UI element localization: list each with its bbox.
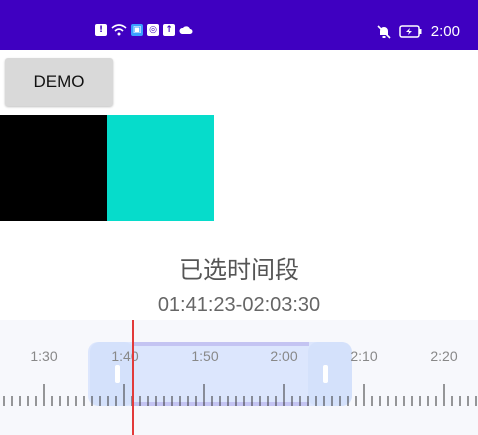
upload-icon: ↑ bbox=[163, 24, 175, 36]
alert-icon: ! bbox=[95, 24, 107, 36]
timeline-ticks bbox=[3, 384, 477, 406]
wifi-icon bbox=[111, 24, 127, 36]
color-swatch-black bbox=[0, 115, 107, 221]
battery-charging-icon bbox=[399, 25, 422, 38]
demo-button[interactable]: DEMO bbox=[5, 58, 113, 106]
tick-label-4: 2:00 bbox=[270, 348, 298, 364]
sim-icon: ▣ bbox=[131, 24, 143, 36]
tick-label-3: 1:50 bbox=[191, 348, 219, 364]
tick-label-2: 1:40 bbox=[111, 348, 139, 364]
tick-label-6: 2:20 bbox=[430, 348, 458, 364]
selection-title: 已选时间段 bbox=[179, 256, 299, 284]
selection-range-text: 01:41:23-02:03:30 bbox=[157, 294, 321, 316]
selected-range-top-bar bbox=[134, 342, 309, 346]
tick-label-5: 2:10 bbox=[350, 348, 378, 364]
color-swatch-teal bbox=[107, 115, 214, 221]
mute-icon bbox=[377, 24, 391, 39]
status-bar: ! ▣ ◎ ↑ 2:00 bbox=[0, 0, 478, 50]
timeline-cursor[interactable] bbox=[132, 320, 134, 435]
status-bar-left-icons: ! ▣ ◎ ↑ bbox=[95, 24, 193, 36]
tick-label-1: 1:30 bbox=[30, 348, 58, 364]
app-icon: ◎ bbox=[147, 24, 159, 36]
status-bar-right: 2:00 bbox=[377, 23, 460, 40]
status-time: 2:00 bbox=[430, 23, 460, 40]
cloud-icon bbox=[179, 26, 193, 34]
